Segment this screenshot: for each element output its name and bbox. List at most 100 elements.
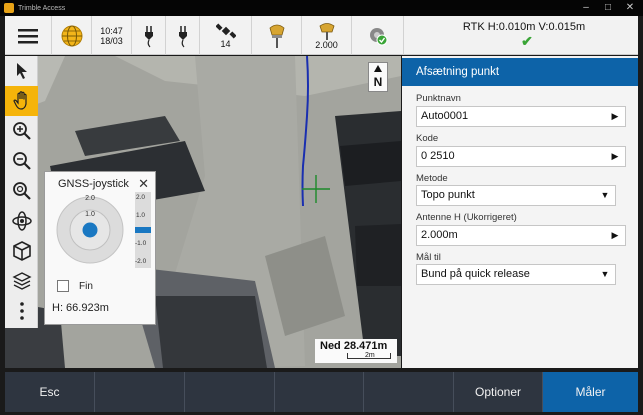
arrow-right-icon[interactable]: ▶ bbox=[605, 147, 625, 166]
chevron-down-icon: ▼ bbox=[600, 190, 610, 200]
softkey-empty-3 bbox=[275, 372, 364, 412]
stakeout-panel: Afsætning punkt Punktnavn Auto0001 ▶ Kod… bbox=[402, 56, 638, 368]
view-cube-tool[interactable] bbox=[5, 236, 38, 266]
softkey-empty-2 bbox=[185, 372, 275, 412]
time-text: 10:47 bbox=[100, 25, 123, 36]
antenna-height: 2.000 bbox=[315, 39, 338, 50]
cube-icon bbox=[12, 241, 31, 261]
scale-bar-label: 2m bbox=[365, 352, 375, 359]
zoom-in-icon bbox=[12, 122, 31, 140]
scale-label: 2.0 bbox=[136, 194, 146, 201]
field-value: 0 2510 bbox=[421, 150, 455, 162]
layers-icon bbox=[11, 272, 32, 290]
zoom-out-icon bbox=[12, 152, 31, 170]
field-value: Auto0001 bbox=[421, 110, 469, 122]
field-value: Bund på quick release bbox=[421, 268, 530, 280]
measure-to-dropdown[interactable]: Bund på quick release ▼ bbox=[416, 264, 616, 285]
zoom-in-tool[interactable] bbox=[5, 116, 38, 146]
title-bar: Trimble Access – □ ✕ bbox=[0, 0, 643, 16]
power-status-2[interactable] bbox=[166, 16, 200, 55]
power-plug-icon bbox=[144, 25, 153, 47]
more-vertical-icon bbox=[19, 302, 24, 320]
more-tools[interactable] bbox=[5, 296, 38, 326]
globe-icon bbox=[61, 25, 82, 46]
satellite-icon bbox=[215, 22, 236, 39]
map-toolbar bbox=[5, 56, 38, 328]
antenna-height-field[interactable]: 2.000m ▶ bbox=[416, 225, 626, 246]
point-name-field[interactable]: Auto0001 ▶ bbox=[416, 106, 626, 127]
arrow-right-icon[interactable]: ▶ bbox=[605, 226, 625, 245]
zoom-extents-icon bbox=[12, 182, 31, 200]
power-plug-icon bbox=[178, 25, 187, 47]
field-value: Topo punkt bbox=[421, 189, 475, 201]
height-scale[interactable]: 2.0 1.0 -1.0 -2.0 bbox=[135, 192, 151, 268]
north-label: N bbox=[374, 75, 383, 89]
panel-title: Afsætning punkt bbox=[402, 58, 638, 86]
minimize-icon[interactable]: – bbox=[574, 0, 598, 16]
radio-status[interactable] bbox=[352, 16, 404, 55]
arrow-right-icon[interactable]: ▶ bbox=[605, 107, 625, 126]
menu-button[interactable] bbox=[5, 16, 52, 55]
close-window-icon[interactable]: ✕ bbox=[618, 0, 642, 16]
antenna-status[interactable]: 2.000 bbox=[302, 16, 352, 55]
field-value: 2.000m bbox=[421, 229, 458, 241]
scale-label: -2.0 bbox=[135, 258, 147, 265]
zoom-extents-tool[interactable] bbox=[5, 176, 38, 206]
scale-label: 1.0 bbox=[136, 212, 146, 219]
satellite-count: 14 bbox=[220, 38, 231, 49]
ring-outer-label: 2.0 bbox=[85, 195, 95, 202]
joystick-title: GNSS-joystick bbox=[58, 178, 129, 190]
datetime-display: 10:47 18/03 bbox=[92, 16, 132, 55]
close-icon[interactable]: ✕ bbox=[138, 176, 149, 192]
hand-icon bbox=[12, 91, 27, 110]
app-logo-icon bbox=[4, 3, 14, 13]
gnss-receiver-icon bbox=[269, 24, 284, 48]
height-readout: H: 66.923m bbox=[52, 302, 109, 314]
method-dropdown[interactable]: Topo punkt ▼ bbox=[416, 185, 616, 206]
field-label: Punktnavn bbox=[416, 93, 461, 104]
cursor-arrow-icon bbox=[16, 63, 27, 79]
select-tool[interactable] bbox=[5, 56, 38, 86]
fine-label: Fin bbox=[79, 281, 93, 292]
zoom-out-tool[interactable] bbox=[5, 146, 38, 176]
hamburger-icon bbox=[18, 28, 38, 43]
field-label: Antenne H (Ukorrigeret) bbox=[416, 212, 517, 223]
fine-checkbox[interactable] bbox=[57, 280, 69, 292]
scale-label: -1.0 bbox=[135, 240, 147, 247]
rtk-precision[interactable]: RTK H:0.010m V:0.015m ✔ bbox=[404, 16, 638, 55]
softkey-bar: Esc Optioner Måler bbox=[5, 372, 638, 412]
map-scale: Ned 28.471m 2m bbox=[315, 339, 397, 363]
rtk-text: RTK H:0.010m V:0.015m bbox=[462, 21, 586, 33]
orbit-tool[interactable] bbox=[5, 206, 38, 236]
orbit-icon bbox=[11, 211, 32, 231]
north-arrow[interactable]: N bbox=[368, 62, 388, 92]
date-text: 18/03 bbox=[100, 35, 123, 46]
field-label: Metode bbox=[416, 173, 448, 184]
app-window: Trimble Access – □ ✕ 10:47 18/03 14 2.00… bbox=[0, 0, 643, 415]
chevron-down-icon: ▼ bbox=[600, 269, 610, 279]
joystick-target[interactable]: 2.0 1.0 bbox=[52, 192, 132, 272]
maximize-icon[interactable]: □ bbox=[596, 0, 620, 16]
code-field[interactable]: 0 2510 ▶ bbox=[416, 146, 626, 167]
options-button[interactable]: Optioner bbox=[454, 372, 543, 412]
esc-button[interactable]: Esc bbox=[5, 372, 95, 412]
gnss-antenna-icon bbox=[319, 22, 334, 40]
check-icon: ✔ bbox=[521, 33, 533, 49]
field-label: Kode bbox=[416, 133, 439, 144]
measure-button[interactable]: Måler bbox=[543, 372, 638, 412]
pan-tool[interactable] bbox=[5, 86, 38, 116]
job-button[interactable] bbox=[52, 16, 92, 55]
height-indicator bbox=[135, 227, 151, 233]
layers-tool[interactable] bbox=[5, 266, 38, 296]
gnss-joystick-panel: GNSS-joystick ✕ 2.0 1.0 2.0 1.0 -1.0 -2.… bbox=[44, 171, 156, 325]
receiver-status[interactable] bbox=[252, 16, 302, 55]
ring-inner-label: 1.0 bbox=[85, 211, 95, 218]
softkey-empty-4 bbox=[364, 372, 454, 412]
scale-distance: Ned 28.471m bbox=[320, 340, 388, 352]
softkey-empty-1 bbox=[95, 372, 185, 412]
window-title: Trimble Access bbox=[18, 4, 66, 12]
power-status[interactable] bbox=[132, 16, 166, 55]
satellites-status[interactable]: 14 bbox=[200, 16, 252, 55]
status-bar: 10:47 18/03 14 2.000 RTK H:0.010m V:0.01… bbox=[5, 16, 638, 55]
field-label: Mål til bbox=[416, 252, 441, 263]
